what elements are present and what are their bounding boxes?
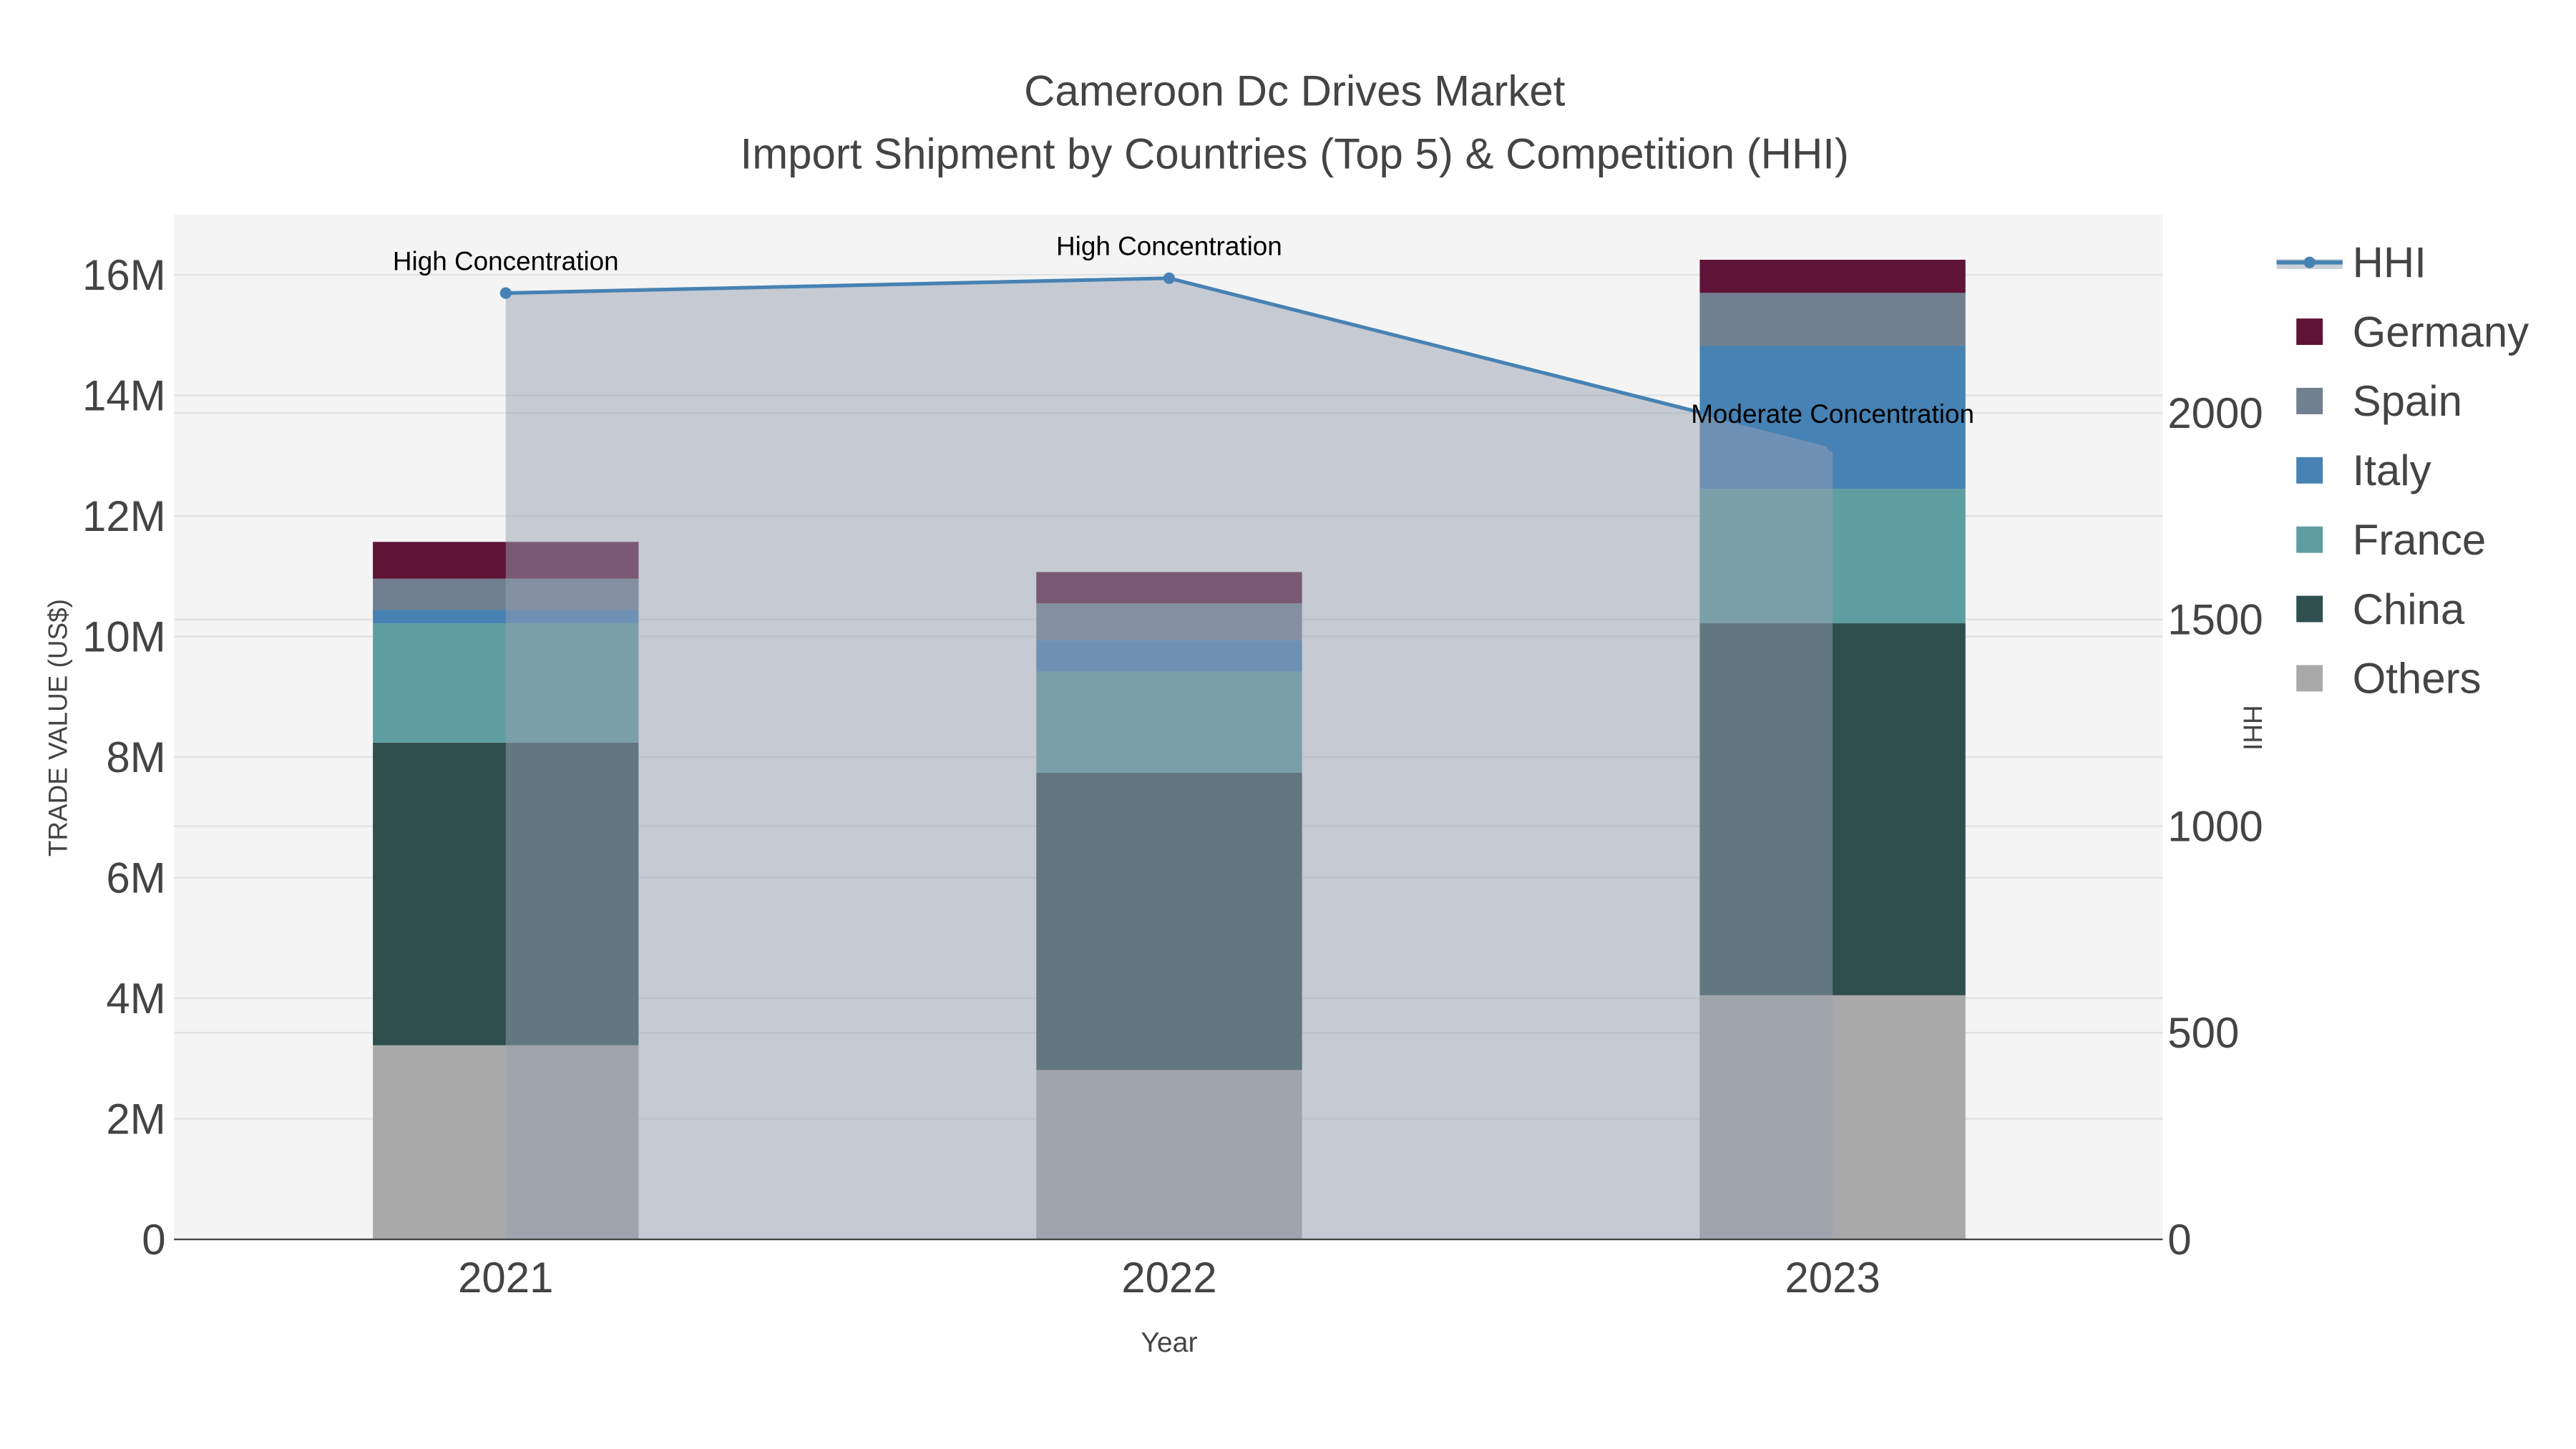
legend-swatch-france xyxy=(2296,526,2323,553)
hhi-point-2023 xyxy=(1827,440,1839,452)
y-tick-label: 8M xyxy=(106,733,165,781)
legend-swatch-germany xyxy=(2296,318,2323,346)
legend-item-italy[interactable]: Italy xyxy=(2296,447,2431,494)
y2-tick-label: 1500 xyxy=(2167,596,2263,644)
legend-item-germany[interactable]: Germany xyxy=(2296,308,2529,356)
bar-germany-2023 xyxy=(1699,260,1966,293)
legend-item-china[interactable]: China xyxy=(2296,585,2465,633)
hhi-annotation: Moderate Concentration xyxy=(1691,399,1974,429)
y-tick-label: 4M xyxy=(106,975,165,1023)
y2-axis-label: HHI xyxy=(2238,705,2267,751)
legend-label: Germany xyxy=(2353,308,2529,356)
hhi-area-fill xyxy=(505,278,1833,1240)
legend: HHI Germany Spain Italy France China Others xyxy=(2276,238,2529,703)
y2-tick-label: 500 xyxy=(2167,1009,2239,1057)
y-tick-label: 10M xyxy=(82,613,166,660)
legend-swatch-spain xyxy=(2296,387,2323,414)
y-tick-label: 2M xyxy=(106,1095,165,1143)
x-tick-label: 2021 xyxy=(458,1254,553,1302)
hhi-point-2022 xyxy=(1163,272,1176,284)
legend-label: HHI xyxy=(2353,238,2426,286)
legend-item-spain[interactable]: Spain xyxy=(2296,377,2462,425)
y-tick-label: 12M xyxy=(82,492,166,540)
hhi-annotation: High Concentration xyxy=(1056,231,1282,260)
legend-swatch-others xyxy=(2296,665,2323,692)
legend-label: China xyxy=(2353,585,2465,633)
legend-item-france[interactable]: France xyxy=(2296,516,2486,564)
y-axis-ticks: 0 2M 4M 6M 8M 10M 12M 14M 16M xyxy=(82,251,166,1264)
legend-swatch-hhi-marker xyxy=(2303,256,2316,268)
y-tick-label: 6M xyxy=(106,854,165,902)
legend-item-others[interactable]: Others xyxy=(2296,655,2482,703)
chart-subtitle: Import Shipment by Countries (Top 5) & C… xyxy=(741,130,1849,177)
x-tick-label: 2022 xyxy=(1121,1254,1216,1302)
y-tick-label: 14M xyxy=(82,371,166,419)
y-tick-label: 16M xyxy=(82,251,166,299)
y2-tick-label: 0 xyxy=(2167,1216,2191,1264)
y2-tick-label: 1000 xyxy=(2167,802,2263,850)
y-axis-label: TRADE VALUE (US$) xyxy=(43,599,72,857)
y2-axis-ticks: 0 500 1000 1500 2000 xyxy=(2167,389,2263,1264)
legend-item-hhi[interactable]: HHI xyxy=(2276,238,2426,286)
y-tick-label: 0 xyxy=(142,1216,165,1264)
x-axis-label: Year xyxy=(1141,1327,1197,1358)
legend-label: Others xyxy=(2353,655,2482,703)
chart: 0 2M 4M 6M 8M 10M 12M 14M 16M 0 500 1000 1500 2000 2… xyxy=(43,67,2529,1358)
legend-label: Spain xyxy=(2353,377,2462,425)
y2-tick-label: 2000 xyxy=(2167,389,2263,437)
legend-swatch-italy xyxy=(2296,457,2323,484)
hhi-annotation: High Concentration xyxy=(393,246,619,275)
bar-spain-2023 xyxy=(1699,293,1966,346)
hhi-point-2021 xyxy=(499,287,512,299)
legend-label: France xyxy=(2353,516,2487,564)
legend-label: Italy xyxy=(2353,447,2431,494)
x-tick-label: 2023 xyxy=(1785,1254,1880,1302)
hhi-series xyxy=(499,272,1839,1240)
chart-title: Cameroon Dc Drives Market xyxy=(1024,67,1566,115)
x-axis-ticks: 2021 2022 2023 xyxy=(458,1254,1880,1302)
legend-swatch-china xyxy=(2296,595,2323,623)
